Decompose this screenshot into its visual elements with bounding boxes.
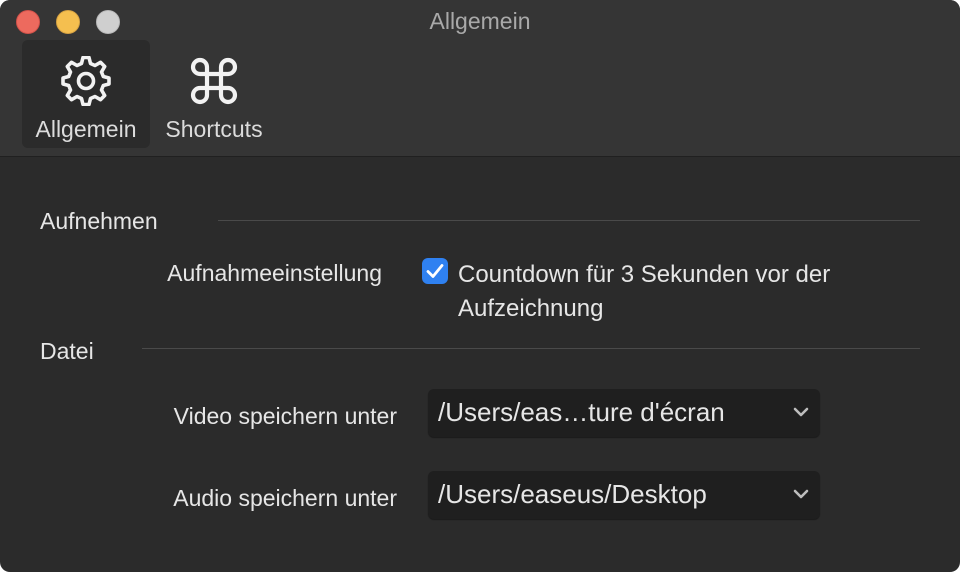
video-path-select[interactable]: /Users/eas…ture d'écran: [428, 389, 820, 437]
preferences-window: Allgemein Allgemein Shortcuts Aufnehmen …: [0, 0, 960, 572]
window-title: Allgemein: [429, 8, 531, 34]
tab-general-label: Allgemein: [35, 116, 137, 142]
section-file-title: Datei: [40, 338, 94, 364]
video-path-value: /Users/eas…ture d'écran: [438, 397, 725, 427]
recording-setting-label: Aufnahmeeinstellung: [167, 260, 382, 286]
chevron-down-icon: [793, 407, 809, 417]
section-recording-title: Aufnehmen: [40, 208, 158, 234]
tab-shortcuts-label: Shortcuts: [165, 116, 263, 142]
tab-general[interactable]: Allgemein: [22, 40, 150, 148]
countdown-checkbox-label[interactable]: Countdown für 3 Sekunden vor der Aufzeic…: [458, 258, 878, 326]
tab-shortcuts[interactable]: Shortcuts: [154, 40, 274, 148]
audio-path-select[interactable]: /Users/easeus/Desktop: [428, 471, 820, 519]
audio-save-label: Audio speichern unter: [173, 485, 397, 511]
section-divider: [218, 220, 920, 221]
command-icon: [187, 54, 241, 108]
section-divider: [142, 348, 920, 349]
countdown-checkbox[interactable]: [422, 258, 448, 284]
checkmark-icon: [426, 264, 444, 278]
chevron-down-icon: [793, 489, 809, 499]
toolbar: Allgemein Allgemein Shortcuts: [0, 0, 960, 157]
video-save-label: Video speichern unter: [173, 403, 397, 429]
gear-icon: [59, 54, 113, 108]
audio-path-value: /Users/easeus/Desktop: [438, 479, 707, 509]
